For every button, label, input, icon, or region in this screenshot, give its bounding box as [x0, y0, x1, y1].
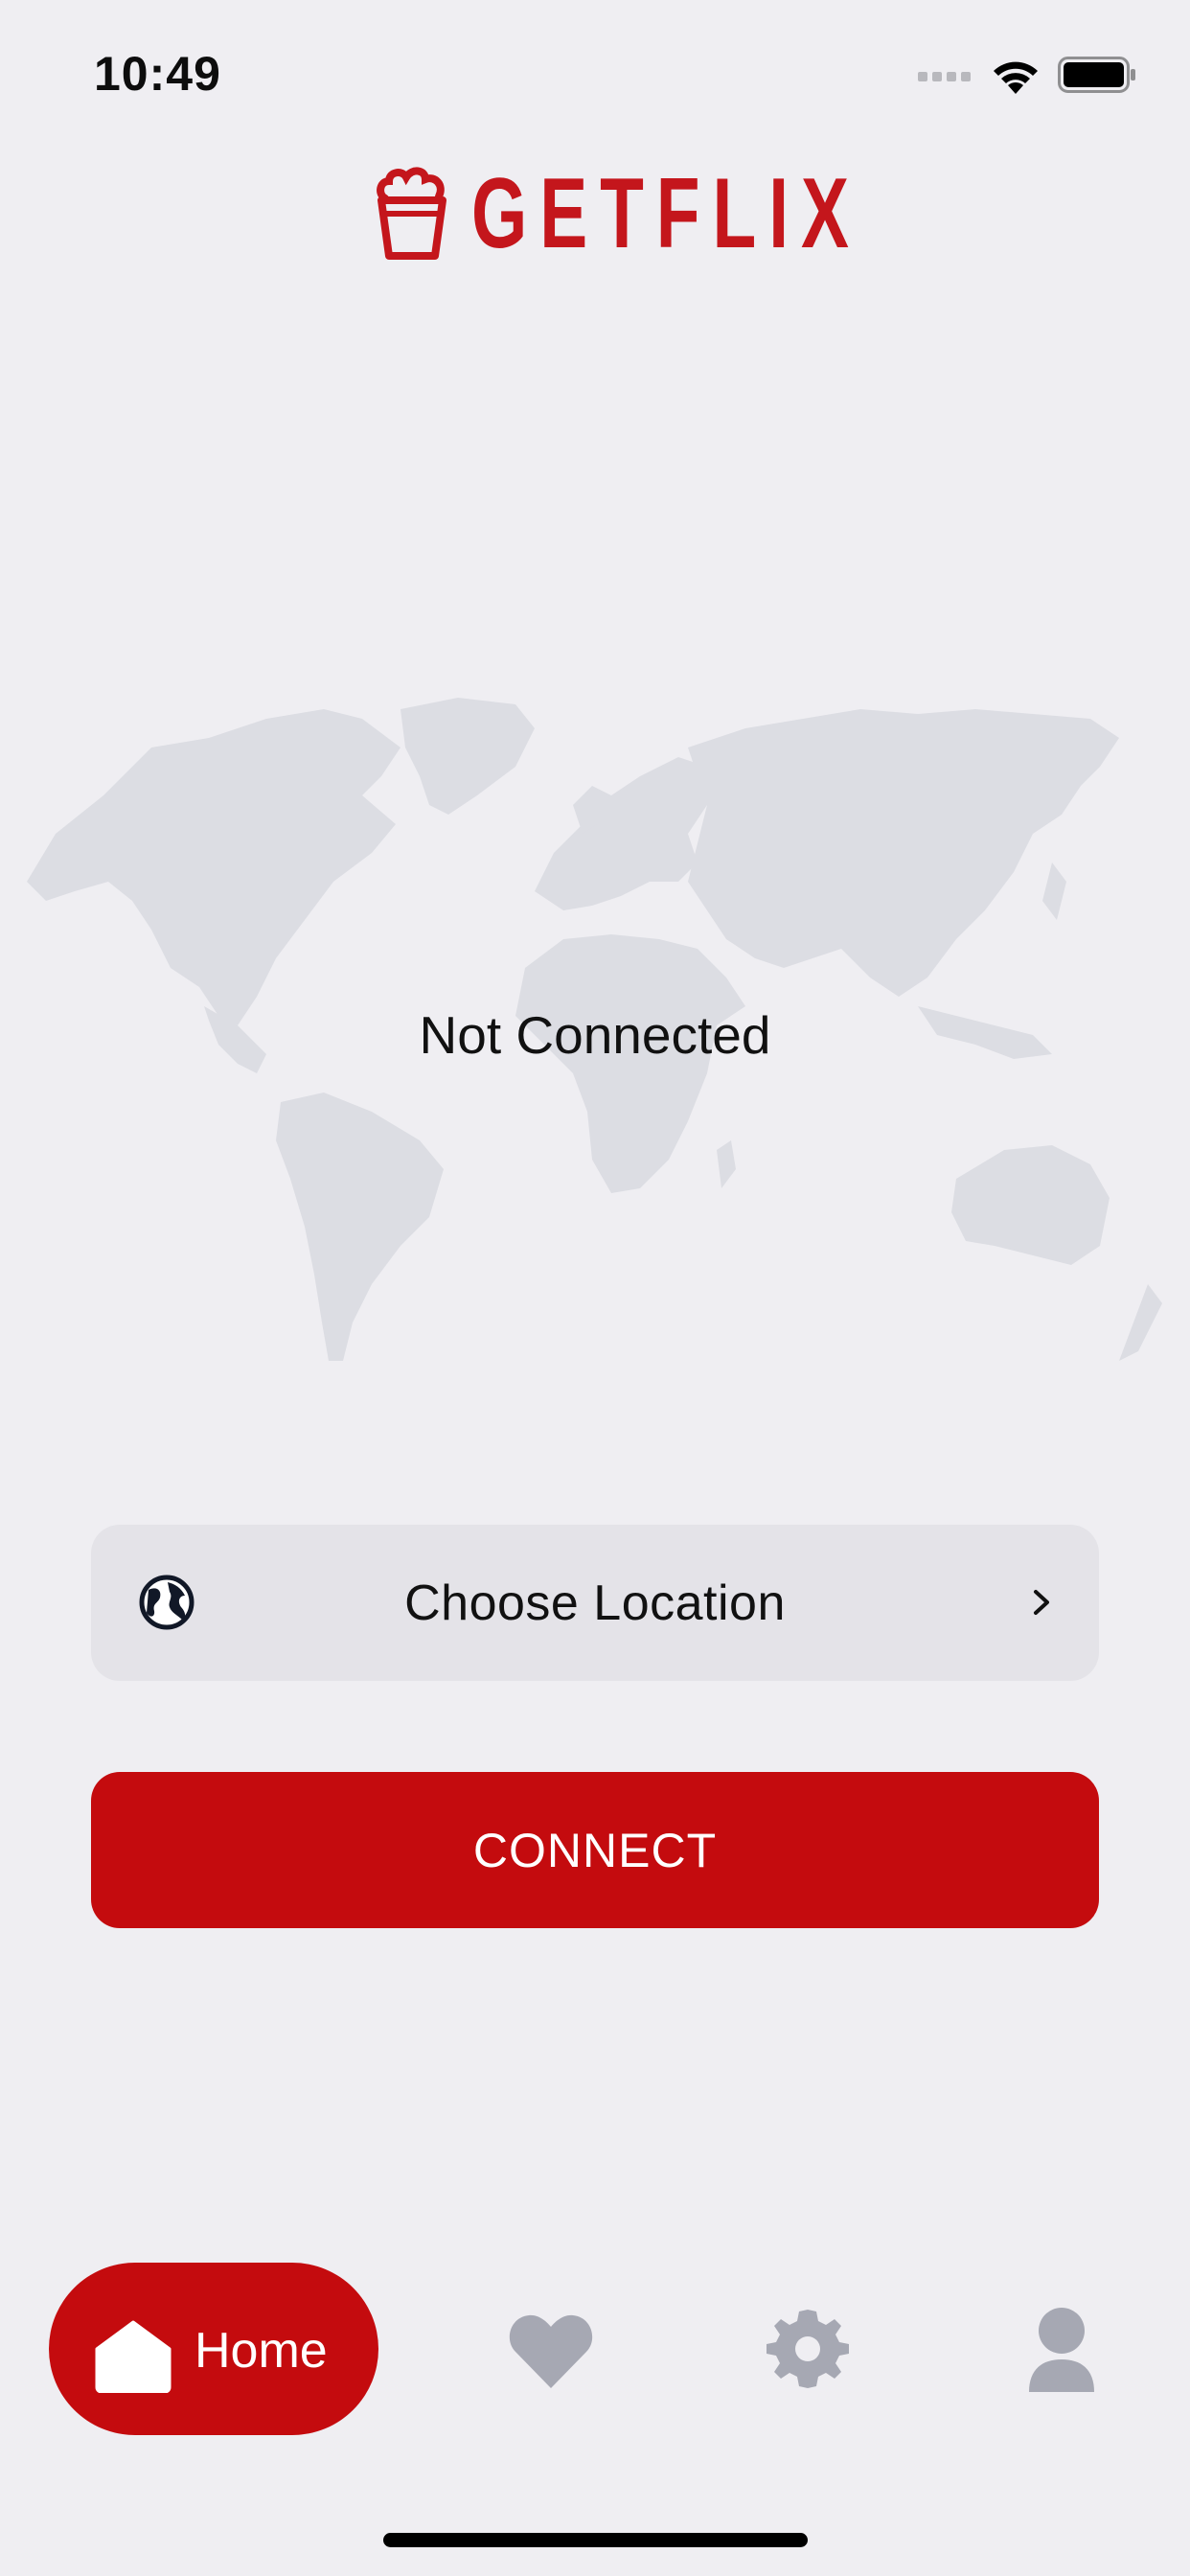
- cellular-signal-icon: [918, 72, 971, 81]
- chevron-right-icon: [1034, 1590, 1049, 1615]
- heart-icon[interactable]: [508, 2308, 594, 2390]
- brand-name: GETFLIX: [471, 158, 861, 269]
- connect-button[interactable]: CONNECT: [91, 1772, 1099, 1928]
- wifi-icon: [994, 61, 1038, 94]
- choose-location-label: Choose Location: [404, 1575, 786, 1631]
- nav-item-home[interactable]: Home: [49, 2263, 378, 2435]
- user-icon[interactable]: [1027, 2306, 1096, 2394]
- globe-icon: [139, 1575, 195, 1630]
- status-indicators: [918, 56, 1136, 94]
- status-time: 10:49: [94, 47, 221, 101]
- connection-status: Not Connected: [419, 1005, 771, 1065]
- bottom-nav: Home: [0, 2252, 1190, 2444]
- home-icon: [95, 2320, 172, 2393]
- home-screen: 10:49 GETFLIX Not Connected Choose Locat…: [0, 0, 1190, 2576]
- gear-icon[interactable]: [767, 2308, 849, 2390]
- connect-button-label: CONNECT: [472, 1823, 718, 1877]
- home-indicator: [383, 2533, 808, 2547]
- popcorn-icon: [377, 167, 446, 260]
- battery-icon: [1058, 57, 1135, 93]
- choose-location-button[interactable]: Choose Location: [91, 1525, 1099, 1681]
- brand-logo: GETFLIX: [0, 161, 1190, 266]
- status-bar: 10:49: [0, 0, 1190, 144]
- nav-home-label: Home: [195, 2323, 328, 2379]
